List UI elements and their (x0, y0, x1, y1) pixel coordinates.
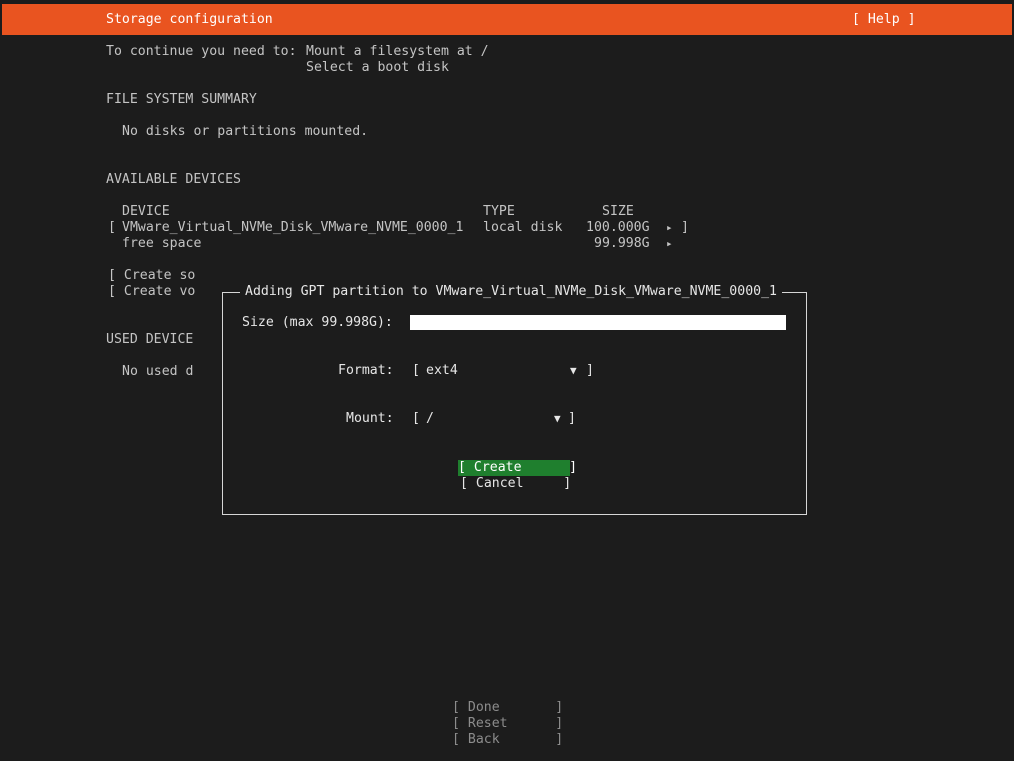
row-close-bracket: ] (681, 220, 689, 235)
create-volume-group-button[interactable]: [ Create vo (108, 284, 195, 300)
mount-close-bracket: ] (568, 411, 576, 426)
mount-open-bracket: [ (412, 411, 420, 426)
back-button[interactable]: [ Back ] (452, 732, 563, 748)
size-label: Size (max 99.998G): (242, 315, 393, 330)
mount-value: / (426, 411, 434, 426)
row-menu-arrow-icon[interactable]: ▸ (666, 220, 673, 236)
row-open-bracket: [ (108, 220, 116, 235)
requirements-prefix: To continue you need to: (106, 44, 297, 59)
create-button[interactable]: [ Create ] (458, 460, 577, 476)
file-system-summary-heading: FILE SYSTEM SUMMARY (106, 92, 257, 107)
reset-button[interactable]: [ Reset ] (452, 716, 563, 732)
device-type: local disk (483, 220, 563, 235)
used-devices-empty: No used d (122, 364, 194, 379)
format-open-bracket: [ (412, 363, 420, 378)
device-name: VMware_Virtual_NVMe_Disk_VMware_NVME_000… (122, 220, 464, 235)
column-header-size: SIZE (602, 204, 634, 219)
row-menu-arrow-icon[interactable]: ▸ (666, 236, 673, 252)
add-partition-dialog: Adding GPT partition to VMware_Virtual_N… (222, 283, 807, 515)
used-devices-heading: USED DEVICE (106, 332, 194, 347)
free-space-size: 99.998G (594, 236, 650, 251)
mount-label: Mount: (346, 411, 394, 426)
device-size: 100.000G (586, 220, 650, 235)
chevron-down-icon: ▼ (570, 364, 577, 377)
available-devices-heading: AVAILABLE DEVICES (106, 172, 241, 187)
column-header-type: TYPE (483, 204, 515, 219)
requirement-boot-disk: Select a boot disk (306, 60, 449, 75)
done-button[interactable]: [ Done ] (452, 700, 563, 716)
file-system-summary-empty: No disks or partitions mounted. (122, 124, 369, 139)
installer-screen: Storage configuration [ Help ] To contin… (0, 0, 1014, 761)
cancel-button[interactable]: [ Cancel ] (460, 476, 571, 492)
format-value: ext4 (426, 363, 458, 378)
chevron-down-icon: ▼ (554, 412, 561, 425)
dialog-title: Adding GPT partition to VMware_Virtual_N… (240, 284, 782, 300)
partition-size-input[interactable] (410, 315, 786, 330)
create-software-raid-button[interactable]: [ Create so (108, 268, 195, 284)
requirement-mount-root: Mount a filesystem at / (306, 44, 489, 59)
format-label: Format: (338, 363, 394, 378)
column-header-device: DEVICE (122, 204, 170, 219)
format-close-bracket: ] (586, 363, 594, 378)
header-bar: Storage configuration [ Help ] (2, 4, 1012, 35)
page-title: Storage configuration (106, 12, 273, 27)
free-space-label: free space (122, 236, 202, 251)
help-button[interactable]: [ Help ] (852, 12, 916, 28)
